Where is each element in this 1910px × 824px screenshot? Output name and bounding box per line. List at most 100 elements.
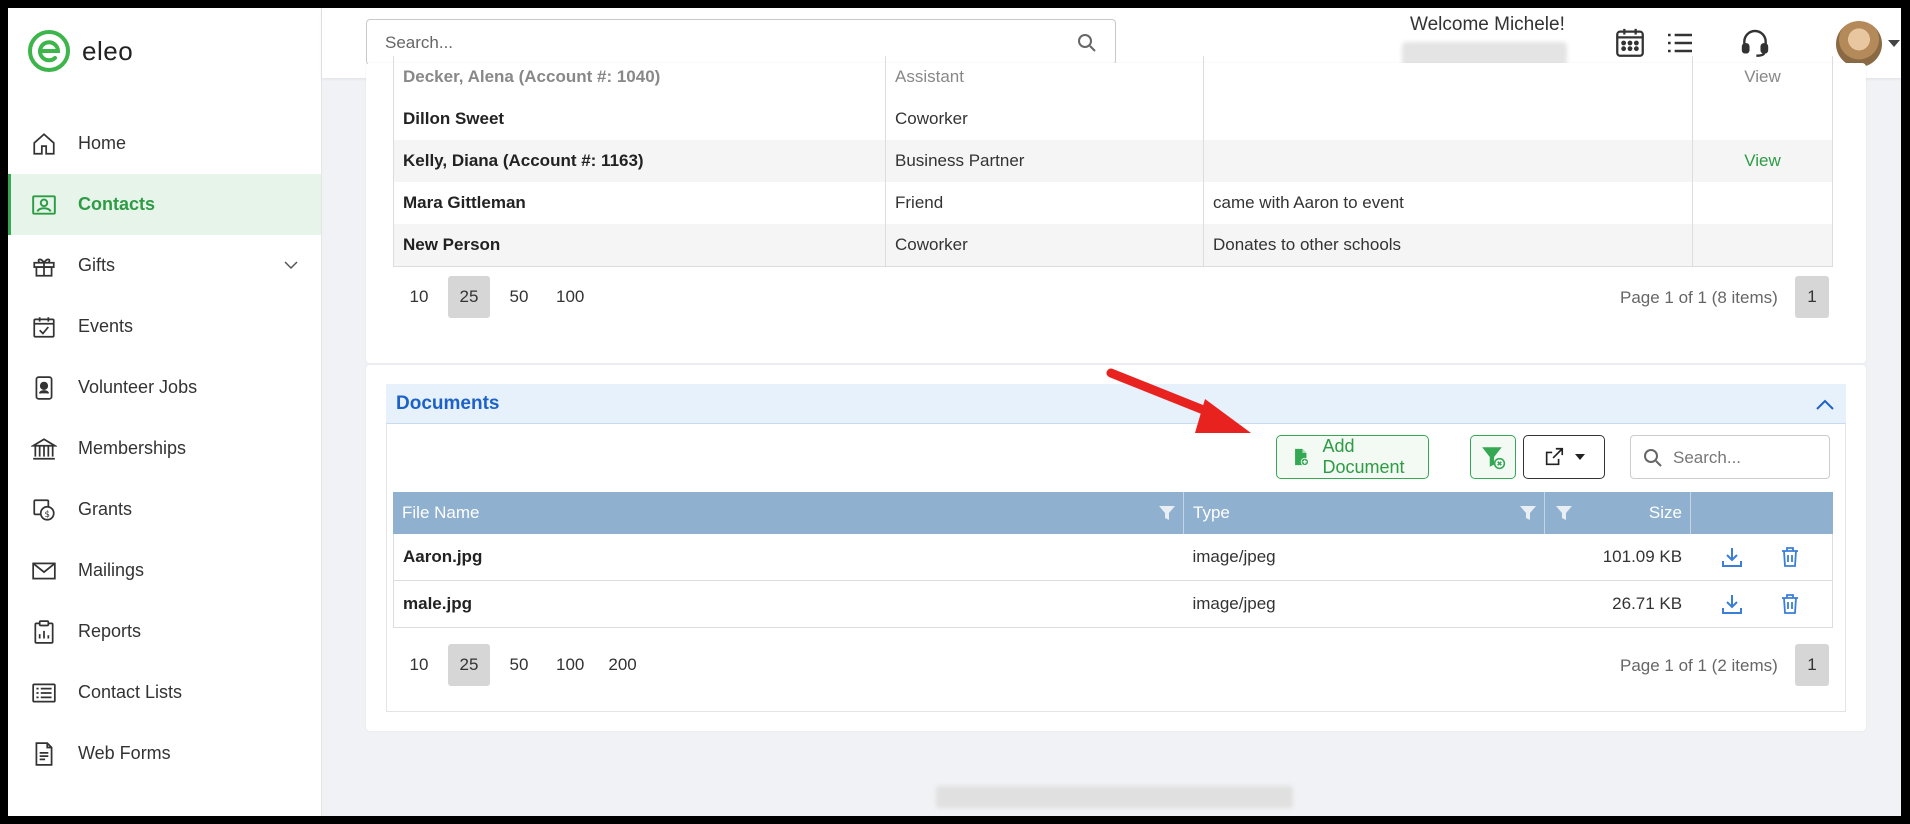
search-icon[interactable] xyxy=(1077,33,1097,53)
page-size-option-selected[interactable]: 25 xyxy=(448,276,490,318)
logo[interactable]: eleo xyxy=(28,30,133,72)
page-size-option[interactable]: 10 xyxy=(398,644,440,686)
note: Donates to other schools xyxy=(1204,224,1693,266)
view-link[interactable]: View xyxy=(1693,56,1833,98)
gift-icon xyxy=(33,258,55,277)
sidebar-item-label: Reports xyxy=(78,621,142,641)
page-size-option[interactable]: 100 xyxy=(548,644,592,686)
annotation-arrow-icon xyxy=(1106,368,1251,433)
view-link[interactable] xyxy=(1693,98,1833,140)
page-size-option-selected[interactable]: 25 xyxy=(448,644,490,686)
column-header-actions xyxy=(1691,492,1833,534)
sidebar-item-web-forms[interactable]: Web Forms xyxy=(8,723,321,784)
badge-icon xyxy=(35,375,53,400)
page-number-button[interactable]: 1 xyxy=(1795,644,1829,686)
page-number-button[interactable]: 1 xyxy=(1795,276,1829,318)
download-icon[interactable] xyxy=(1720,592,1744,616)
clear-filter-button[interactable] xyxy=(1470,435,1516,479)
trash-icon[interactable] xyxy=(1778,545,1802,569)
page-size-option[interactable]: 200 xyxy=(600,644,644,686)
sidebar-item-events[interactable]: Events xyxy=(8,296,321,357)
add-document-label: Add Document xyxy=(1322,436,1405,477)
relationship: Friend xyxy=(886,182,1204,224)
documents-page-size: 10 25 50 100 200 xyxy=(398,644,653,686)
note xyxy=(1204,98,1693,140)
table-row: Mara Gittleman Friend came with Aaron to… xyxy=(393,182,1833,224)
grant-icon: $ xyxy=(33,498,55,521)
view-link[interactable] xyxy=(1693,224,1833,266)
sidebar-item-label: Events xyxy=(78,316,134,336)
avatar[interactable] xyxy=(1836,21,1882,67)
contacts-icon xyxy=(32,194,56,215)
note xyxy=(1204,140,1693,182)
documents-search-input[interactable] xyxy=(1671,436,1825,480)
sidebar-nav: Home Contacts Gifts Events Volunteer Job… xyxy=(8,113,321,784)
file-type: image/jpeg xyxy=(1192,594,1276,613)
report-icon xyxy=(34,619,54,644)
page-size-option[interactable]: 50 xyxy=(498,644,540,686)
sidebar-item-label: Grants xyxy=(78,499,133,519)
column-header-type[interactable]: Type xyxy=(1184,492,1545,534)
view-link[interactable] xyxy=(1693,182,1833,224)
sidebar-item-volunteer-jobs[interactable]: Volunteer Jobs xyxy=(8,357,321,418)
table-row: Decker, Alena (Account #: 1040) Assistan… xyxy=(393,56,1833,98)
page-size-option[interactable]: 100 xyxy=(548,276,592,318)
column-header-size[interactable]: Size xyxy=(1545,492,1691,534)
row-actions xyxy=(1690,581,1832,627)
sidebar-item-home[interactable]: Home xyxy=(8,113,321,174)
trash-icon[interactable] xyxy=(1778,592,1802,616)
table-row: male.jpg image/jpeg 26.71 KB xyxy=(393,581,1833,628)
file-type: image/jpeg xyxy=(1192,547,1276,566)
documents-title: Documents xyxy=(396,393,500,414)
row-actions xyxy=(1690,534,1832,580)
headset-icon xyxy=(1741,29,1769,57)
sidebar-item-label: Home xyxy=(78,133,127,153)
documents-search xyxy=(1630,435,1830,480)
sidebar-item-label: Volunteer Jobs xyxy=(78,377,198,397)
sidebar-item-label: Web Forms xyxy=(78,743,171,763)
contact-name: Mara Gittleman xyxy=(393,182,886,224)
sidebar-item-contact-lists[interactable]: Contact Lists xyxy=(8,662,321,723)
sidebar-item-grants[interactable]: $ Grants xyxy=(8,479,321,540)
sidebar-item-memberships[interactable]: Memberships xyxy=(8,418,321,479)
note xyxy=(1204,56,1693,98)
search-icon xyxy=(1644,449,1662,467)
file-name: Aaron.jpg xyxy=(403,547,483,566)
page-size-option[interactable]: 50 xyxy=(498,276,540,318)
download-icon[interactable] xyxy=(1720,545,1744,569)
caret-down-icon[interactable] xyxy=(1888,40,1900,47)
file-add-icon xyxy=(1295,448,1309,466)
filter-icon[interactable] xyxy=(1555,504,1573,522)
sidebar-item-gifts[interactable]: Gifts xyxy=(8,235,321,296)
file-size: 26.71 KB xyxy=(1612,594,1683,613)
export-icon xyxy=(1545,447,1564,466)
sidebar-item-reports[interactable]: Reports xyxy=(8,601,321,662)
app-name: eleo xyxy=(82,35,134,66)
sidebar-item-label: Contact Lists xyxy=(78,682,183,702)
column-header-file-name[interactable]: File Name xyxy=(393,492,1184,534)
institution-icon xyxy=(31,437,57,460)
page-info: Page 1 of 1 (8 items) xyxy=(1620,288,1778,307)
page-size-option[interactable]: 10 xyxy=(398,276,440,318)
filter-icon[interactable] xyxy=(1519,504,1537,522)
filter-clear-icon xyxy=(1482,447,1506,470)
list-icon xyxy=(32,682,56,703)
sidebar-item-label: Mailings xyxy=(78,560,145,580)
calendar-grid-icon xyxy=(1616,28,1644,57)
contact-name: Dillon Sweet xyxy=(393,98,886,140)
add-document-button[interactable]: Add Document xyxy=(1276,435,1429,479)
table-row: Kelly, Diana (Account #: 1163) Business … xyxy=(393,140,1833,182)
relationship: Business Partner xyxy=(886,140,1204,182)
sidebar-item-mailings[interactable]: Mailings xyxy=(8,540,321,601)
sidebar-item-contacts[interactable]: Contacts xyxy=(8,174,321,235)
filter-icon[interactable] xyxy=(1158,504,1176,522)
column-label: File Name xyxy=(402,503,480,522)
file-size: 101.09 KB xyxy=(1602,547,1683,566)
chevron-up-icon[interactable] xyxy=(1814,394,1836,416)
chevron-down-icon[interactable] xyxy=(283,257,299,273)
sidebar-item-label: Memberships xyxy=(78,438,187,458)
export-dropdown-button[interactable] xyxy=(1523,435,1605,479)
caret-down-icon xyxy=(1575,454,1585,460)
view-link[interactable]: View xyxy=(1693,140,1833,182)
relationship: Coworker xyxy=(886,224,1204,266)
